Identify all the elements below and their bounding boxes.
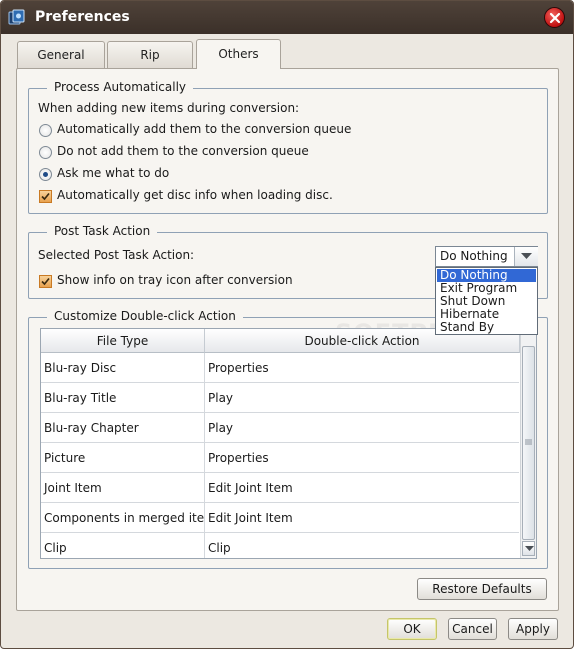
table-row[interactable]: Components in merged items Edit Joint It… <box>41 503 519 533</box>
checkmark-icon <box>41 277 50 286</box>
title-bar[interactable]: Preferences <box>1 1 573 34</box>
restore-defaults-button[interactable]: Restore Defaults <box>417 578 547 600</box>
file-type-cell: Picture <box>41 443 205 473</box>
column-header-file-type[interactable]: File Type <box>41 329 205 353</box>
post-task-action-select[interactable]: Do Nothing <box>435 246 538 267</box>
radio-auto-add[interactable] <box>39 124 52 137</box>
double-click-action-legend: Customize Double-click Action <box>47 309 243 323</box>
table-vertical-scrollbar[interactable] <box>520 329 536 558</box>
table-row[interactable]: Blu-ray Title Play <box>41 383 519 413</box>
post-task-action-label: Selected Post Task Action: <box>38 248 195 262</box>
file-type-cell: Joint Item <box>41 473 205 503</box>
file-type-cell: Blu-ray Chapter <box>41 413 205 443</box>
file-type-cell: Clip <box>41 533 205 558</box>
table-row[interactable]: Picture Properties <box>41 443 519 473</box>
action-cell[interactable]: Play <box>205 383 519 413</box>
post-task-action-value: Do Nothing <box>440 249 508 263</box>
radio-ask-me-label[interactable]: Ask me what to do <box>57 166 169 180</box>
chevron-down-icon <box>525 546 534 551</box>
radio-selected-dot <box>43 172 48 177</box>
chevron-down-icon <box>521 253 532 259</box>
tab-general[interactable]: General <box>17 41 105 69</box>
radio-auto-add-label[interactable]: Automatically add them to the conversion… <box>57 122 351 136</box>
ok-button[interactable]: OK <box>387 618 437 640</box>
table-row[interactable]: Joint Item Edit Joint Item <box>41 473 519 503</box>
tray-info-checkbox[interactable] <box>39 275 52 288</box>
tab-rip[interactable]: Rip <box>107 41 193 69</box>
app-icon <box>8 9 25 26</box>
post-task-action-options: Do Nothing Exit Program Shut Down Hibern… <box>435 267 538 335</box>
radio-do-not-add-label[interactable]: Do not add them to the conversion queue <box>57 144 309 158</box>
double-click-action-table: File Type Double-click Action Blu-ray Di… <box>40 328 537 559</box>
checkmark-icon <box>41 192 50 201</box>
cancel-button[interactable]: Cancel <box>448 618 497 640</box>
grip-icon <box>525 439 532 445</box>
tab-others[interactable]: Others <box>196 39 281 69</box>
action-cell[interactable]: Edit Joint Item <box>205 503 519 533</box>
action-cell[interactable]: Play <box>205 413 519 443</box>
close-button[interactable] <box>544 7 565 28</box>
table-row[interactable]: Blu-ray Chapter Play <box>41 413 519 443</box>
close-icon <box>549 12 561 24</box>
process-automatically-legend: Process Automatically <box>47 80 193 94</box>
window-title: Preferences <box>35 9 130 25</box>
action-cell[interactable]: Properties <box>205 353 519 383</box>
process-prompt: When adding new items during conversion: <box>38 101 300 115</box>
preferences-window: Preferences General Rip Others Process A… <box>0 0 574 649</box>
file-type-cell: Blu-ray Disc <box>41 353 205 383</box>
disc-info-checkbox-label[interactable]: Automatically get disc info when loading… <box>57 188 333 202</box>
action-cell[interactable]: Clip <box>205 533 519 558</box>
scroll-down-button[interactable] <box>522 541 535 556</box>
apply-button[interactable]: Apply <box>508 618 558 640</box>
table-row[interactable]: Blu-ray Disc Properties <box>41 353 519 383</box>
tray-info-checkbox-label[interactable]: Show info on tray icon after conversion <box>57 273 293 287</box>
radio-ask-me[interactable] <box>39 168 52 181</box>
post-task-action-legend: Post Task Action <box>47 224 158 238</box>
file-type-cell: Components in merged items <box>41 503 205 533</box>
action-cell[interactable]: Properties <box>205 443 519 473</box>
disc-info-checkbox[interactable] <box>39 190 52 203</box>
dropdown-toggle-button[interactable] <box>514 247 538 266</box>
file-type-cell: Blu-ray Title <box>41 383 205 413</box>
scrollbar-thumb[interactable] <box>522 346 535 540</box>
table-row[interactable]: Clip Clip <box>41 533 519 558</box>
option-stand-by[interactable]: Stand By <box>437 321 536 334</box>
radio-do-not-add[interactable] <box>39 146 52 159</box>
action-cell[interactable]: Edit Joint Item <box>205 473 519 503</box>
